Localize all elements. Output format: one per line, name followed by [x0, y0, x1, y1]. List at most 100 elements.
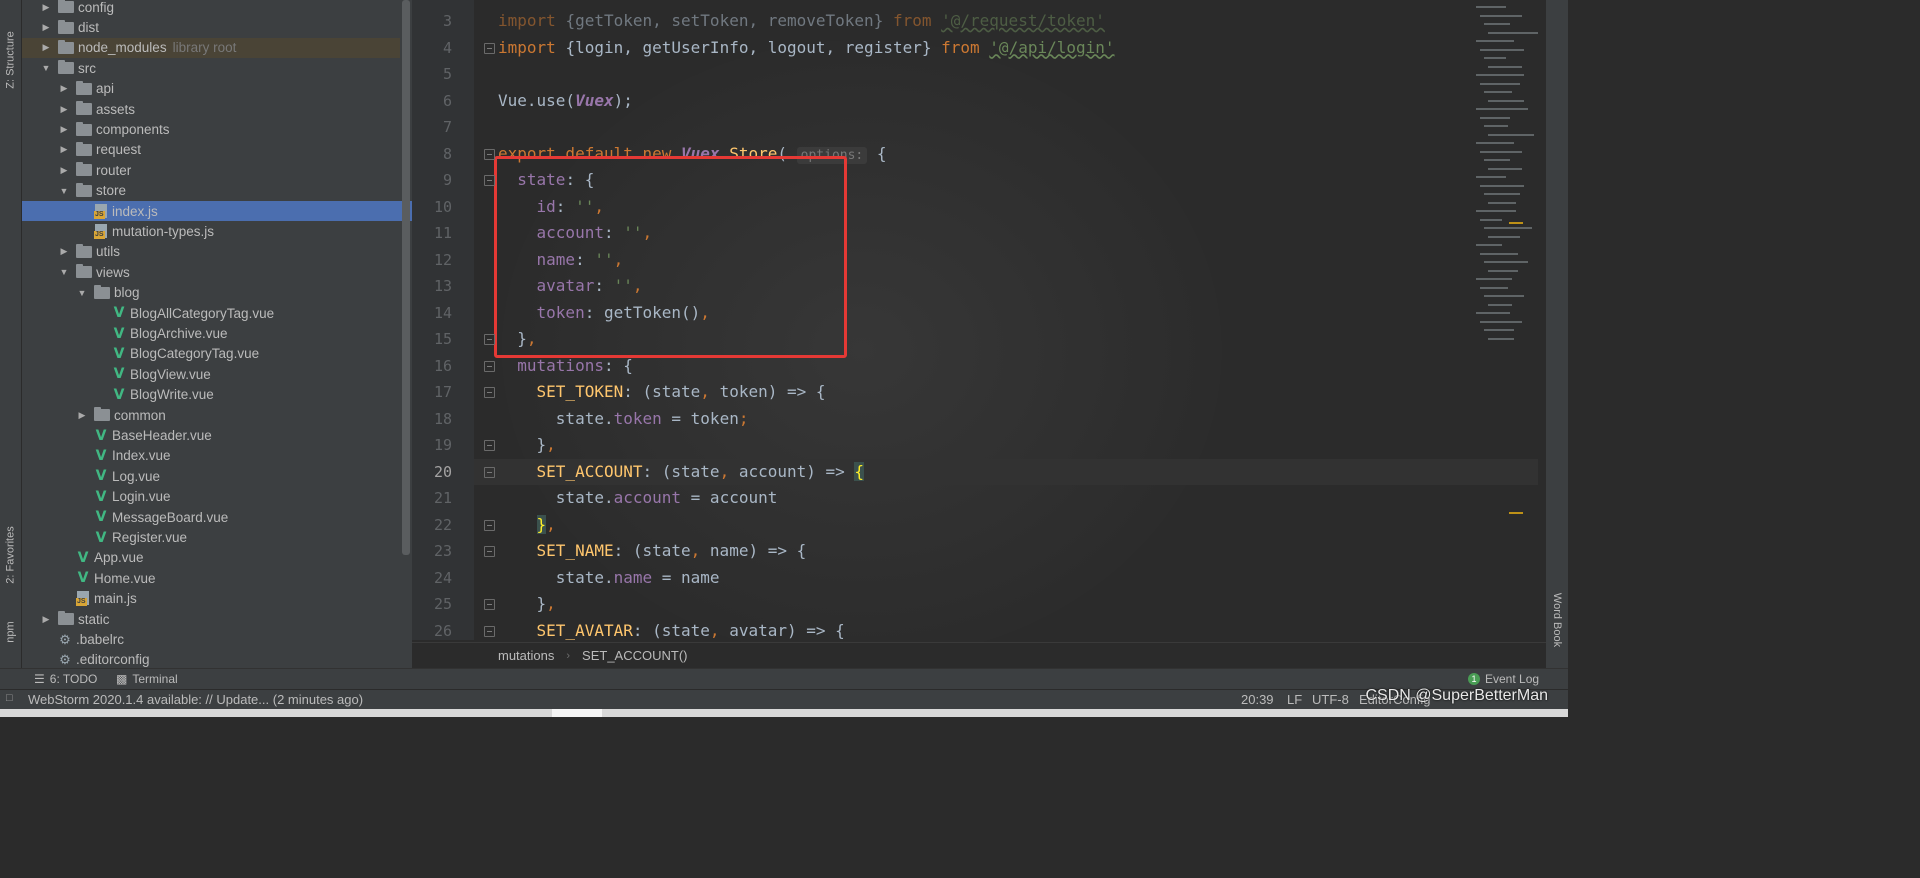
fold-marker-icon[interactable] [484, 599, 495, 610]
expanded-arrow-icon[interactable]: ▼ [40, 63, 52, 73]
tree-item[interactable]: ⚙ .babelrc [22, 629, 400, 649]
fold-marker-icon[interactable] [484, 175, 495, 186]
minimap-line [1488, 201, 1516, 204]
tree-item[interactable]: mutation-types.js [22, 221, 400, 241]
tree-item[interactable]: ▶ node_modules library root [22, 37, 400, 59]
tree-item[interactable]: ▶ utils [22, 242, 400, 262]
code-token: SET_ACCOUNT [498, 461, 643, 481]
tree-item[interactable]: V BlogAllCategoryTag.vue [22, 303, 400, 323]
fold-marker-icon[interactable] [484, 334, 495, 345]
js-file-icon [94, 203, 108, 219]
minimap-line [1476, 278, 1512, 280]
fold-marker-icon[interactable] [484, 546, 495, 557]
tree-item[interactable]: ▶ config [22, 0, 400, 17]
tree-item[interactable]: ▶ request [22, 140, 400, 160]
fold-marker-icon[interactable] [484, 360, 495, 372]
tree-item[interactable]: ▶ api [22, 79, 400, 99]
tree-scrollbar[interactable] [402, 0, 410, 555]
caret-position[interactable]: 20:39 [1241, 692, 1274, 707]
line-separator[interactable]: LF [1287, 692, 1302, 707]
npm-tab-label: npm [5, 621, 17, 643]
collapsed-arrow-icon[interactable]: ▶ [40, 2, 52, 13]
structure-tab[interactable]: Z: Structure [0, 20, 22, 100]
collapsed-arrow-icon[interactable]: ▶ [58, 165, 70, 176]
tree-item[interactable]: ▶ common [22, 405, 400, 425]
tree-item[interactable]: V Index.vue [22, 446, 400, 466]
fold-marker-icon[interactable] [484, 440, 495, 451]
minimap-line [1484, 125, 1508, 127]
minimap-line [1480, 252, 1518, 255]
fold-marker-icon[interactable] [484, 466, 495, 478]
wordbook-tab[interactable]: Word Book [1546, 585, 1568, 655]
event-count-badge: 1 [1468, 673, 1480, 685]
code-token: {login, getUserInfo, logout, register} [565, 37, 942, 57]
fold-marker-icon[interactable] [484, 148, 495, 160]
collapsed-arrow-icon[interactable]: ▶ [76, 410, 88, 421]
line-number: 21 [433, 489, 452, 507]
tree-item[interactable]: V MessageBoard.vue [22, 507, 400, 527]
breadcrumb-item-set-account[interactable]: SET_ACCOUNT() [582, 648, 687, 663]
tree-item-label: main.js [94, 591, 137, 607]
file-encoding[interactable]: UTF-8 [1312, 692, 1349, 707]
tree-item[interactable]: ▼ src [22, 58, 400, 78]
tree-item[interactable]: V App.vue [22, 548, 400, 568]
tree-item[interactable]: V BlogArchive.vue [22, 323, 400, 343]
code-minimap[interactable] [1468, 0, 1548, 360]
tree-item[interactable]: V BlogCategoryTag.vue [22, 344, 400, 364]
minimap-line [1480, 218, 1502, 221]
collapsed-arrow-icon[interactable]: ▶ [58, 144, 70, 155]
tree-item[interactable]: ▼ store [22, 181, 400, 201]
tree-item-label: blog [114, 285, 140, 301]
expanded-arrow-icon[interactable]: ▼ [58, 186, 70, 196]
favorites-tab[interactable]: 2: Favorites [0, 520, 22, 590]
collapsed-arrow-icon[interactable]: ▶ [40, 614, 52, 625]
code-token: } [536, 514, 547, 534]
tree-item[interactable]: V Login.vue [22, 487, 400, 507]
collapsed-arrow-icon[interactable]: ▶ [58, 104, 70, 115]
tree-item[interactable]: ⚙ .editorconfig [22, 650, 400, 670]
expanded-arrow-icon[interactable]: ▼ [58, 267, 70, 277]
breadcrumb-item-mutations[interactable]: mutations [498, 648, 554, 663]
todo-button[interactable]: ☰ 6: TODO [34, 672, 97, 686]
tree-item[interactable]: ▶ components [22, 119, 400, 139]
npm-tab[interactable]: npm [0, 612, 22, 652]
tree-item[interactable]: ▼ blog [22, 283, 400, 303]
tree-item[interactable]: V BlogView.vue [22, 364, 400, 384]
fold-marker-icon[interactable] [484, 519, 495, 531]
tree-item[interactable]: ▼ views [22, 262, 400, 282]
tree-item[interactable]: main.js [22, 589, 400, 609]
fold-marker-icon[interactable] [484, 387, 495, 398]
event-log-button[interactable]: 1 Event Log [1468, 672, 1539, 686]
collapsed-arrow-icon[interactable]: ▶ [58, 246, 70, 257]
tree-item[interactable]: ▶ router [22, 160, 400, 180]
layout-icon[interactable]: □ [6, 692, 13, 704]
warning-marker[interactable] [1509, 512, 1523, 514]
tree-item[interactable]: ▶ dist [22, 17, 400, 37]
config-file-icon: ⚙ [59, 631, 71, 647]
code-token: , [719, 461, 739, 481]
collapsed-arrow-icon[interactable]: ▶ [58, 83, 70, 94]
minimap-line [1480, 320, 1522, 323]
tree-item[interactable]: ▶ static [22, 609, 400, 629]
code-token: import [498, 37, 566, 57]
update-message[interactable]: WebStorm 2020.1.4 available: // Update..… [28, 692, 363, 707]
tree-item[interactable]: ▶ assets [22, 99, 400, 119]
code-token: : { [603, 355, 633, 375]
tree-item[interactable]: V Register.vue [22, 527, 400, 547]
warning-marker[interactable] [1509, 222, 1523, 224]
tree-item[interactable]: V BlogWrite.vue [22, 385, 400, 405]
tree-item[interactable]: index.js [22, 201, 412, 222]
code-editor[interactable]: 3 4 5 6 7 8 9 10 11 12 13 14 15 16 17 18 19 20 21 22 23 24 25 2… [412, 0, 1568, 670]
tree-item[interactable]: V Log.vue [22, 466, 400, 486]
collapsed-arrow-icon[interactable]: ▶ [40, 22, 52, 33]
tree-item[interactable]: V Home.vue [22, 568, 400, 588]
folder-icon [58, 0, 74, 14]
fold-marker-icon[interactable] [484, 625, 495, 637]
terminal-button[interactable]: ▩ Terminal [116, 672, 178, 686]
tree-item[interactable]: V BaseHeader.vue [22, 425, 400, 445]
collapsed-arrow-icon[interactable]: ▶ [40, 42, 52, 53]
fold-marker-icon[interactable] [484, 42, 495, 54]
collapsed-arrow-icon[interactable]: ▶ [58, 124, 70, 135]
expanded-arrow-icon[interactable]: ▼ [76, 288, 88, 298]
minimap-line [1480, 286, 1508, 289]
